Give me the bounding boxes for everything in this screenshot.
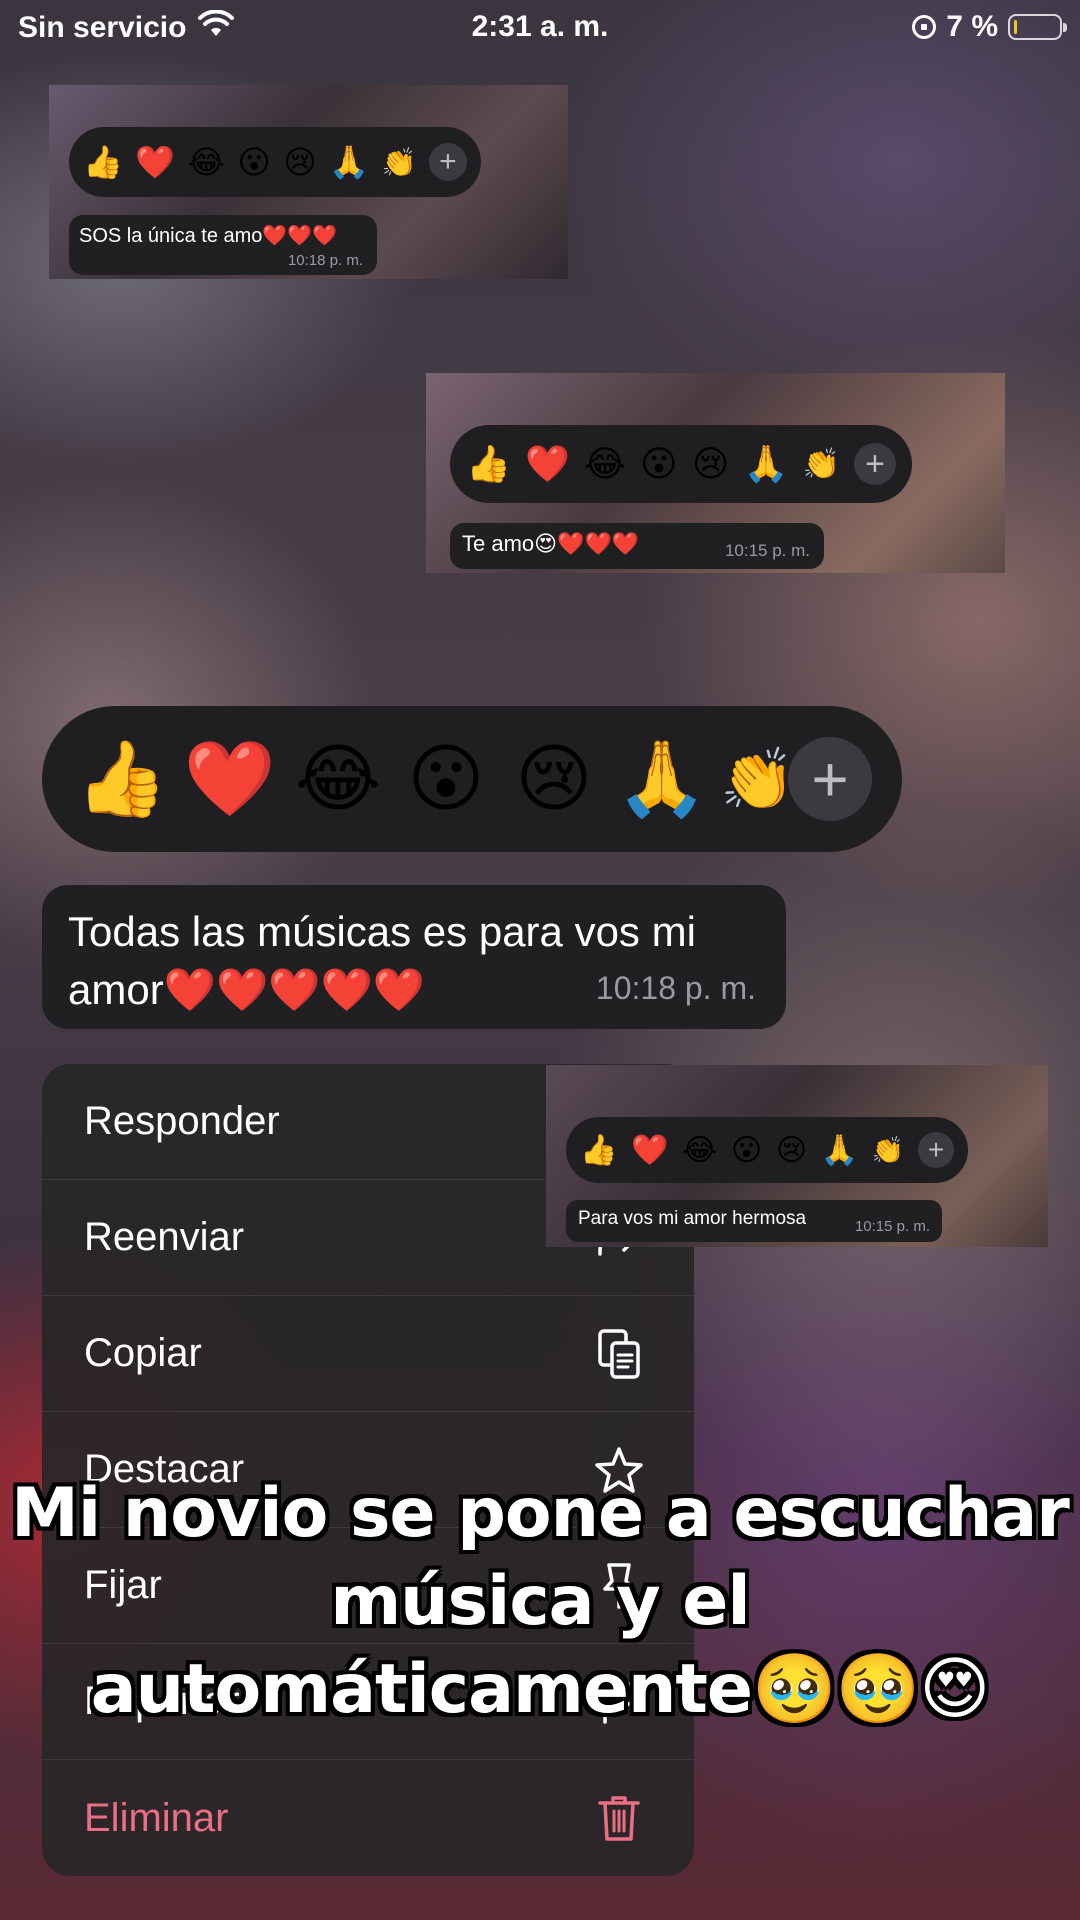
orientation-lock-icon (912, 15, 937, 39)
reaction-emoji: 👍 (580, 1133, 618, 1167)
reaction-clap[interactable]: 👏 (720, 744, 795, 815)
reaction-pray[interactable]: 🙏 (612, 736, 712, 823)
reaction-emoji: 😂 (583, 443, 627, 484)
reaction-bar: 👍 ❤️ 😂 😮 😢 🙏 👏 + (450, 425, 912, 503)
reaction-emoji: 😮 (237, 144, 271, 180)
status-bar: Sin servicio 2:31 a. m. 7 % (0, 0, 1080, 56)
reaction-emoji: 👍 (466, 443, 511, 484)
reaction-laugh[interactable]: 😂 (288, 736, 388, 822)
reaction-emoji: ❤️ (524, 443, 570, 484)
reaction-emoji: 👏 (802, 447, 840, 481)
reaction-emoji: ❤️ (135, 144, 176, 180)
message-time: 10:15 p. m. (724, 541, 810, 560)
reaction-emoji: 👏 (871, 1134, 905, 1165)
menu-item-label: Copiar (84, 1331, 202, 1375)
reaction-sad[interactable]: 😢 (504, 736, 604, 822)
add-reaction-icon: + (428, 143, 467, 181)
message-bubble: Te amo😍❤️❤️❤️ 10:15 p. m. (450, 523, 824, 569)
add-reaction-icon: + (853, 443, 896, 485)
message-text: Te amo😍❤️❤️❤️ (462, 531, 640, 556)
message-bubble: Para vos mi amor hermosa 10:15 p. m. (566, 1200, 942, 1242)
reaction-wow[interactable]: 😮 (396, 736, 496, 822)
battery-percent: 7 % (946, 10, 998, 43)
reaction-emoji: 😂 (682, 1133, 718, 1167)
selected-message-bubble[interactable]: Todas las músicas es para vos mi amor❤️❤… (42, 885, 786, 1029)
reaction-heart[interactable]: ❤️ (180, 736, 280, 823)
reaction-emoji: 🙏 (743, 443, 789, 484)
reaction-emoji: 😂 (187, 144, 226, 180)
message-time: 10:18 p. m. (595, 970, 756, 1006)
clock: 2:31 a. m. (471, 10, 609, 43)
reaction-emoji: 🙏 (820, 1133, 859, 1167)
reaction-emoji: 😢 (775, 1133, 808, 1167)
screenshot-thumbnail: 👍 ❤️ 😂 😮 😢 🙏 👏 + SOS la única te amo❤️❤️… (49, 85, 568, 279)
message-time: 10:18 p. m. (287, 252, 363, 269)
menu-item-label: Eliminar (84, 1795, 229, 1840)
reaction-emoji: ❤️ (631, 1133, 669, 1167)
trash-icon (594, 1793, 644, 1843)
message-time: 10:15 p. m. (854, 1218, 930, 1235)
menu-item-label: Reenviar (84, 1215, 245, 1259)
message-bubble: SOS la única te amo❤️❤️❤️ 10:18 p. m. (69, 215, 377, 275)
menu-item-label: Responder (84, 1099, 280, 1143)
reaction-emoji: 😢 (283, 144, 317, 180)
screenshot-thumbnail: 👍 ❤️ 😂 😮 😢 🙏 👏 + Te amo😍❤️❤️❤️ 10:15 p. … (426, 373, 1005, 573)
reaction-emoji: 👍 (83, 144, 123, 180)
reaction-emoji: 👏 (381, 146, 417, 178)
reaction-bar: 👍 ❤️ 😂 😮 😢 🙏 👏 + (42, 706, 902, 852)
reaction-emoji: 😮 (640, 443, 678, 484)
reaction-thumbs-up[interactable]: 👍 (72, 736, 172, 823)
add-reaction-icon: + (918, 1132, 954, 1168)
copy-icon (594, 1328, 644, 1379)
menu-item-delete[interactable]: Eliminar (42, 1760, 694, 1876)
battery-level (1014, 20, 1017, 34)
reaction-bar: 👍 ❤️ 😂 😮 😢 🙏 👏 + (69, 127, 481, 197)
screenshot-thumbnail: 👍 ❤️ 😂 😮 😢 🙏 👏 + Para vos mi amor hermos… (546, 1065, 1048, 1247)
reaction-emoji: 😢 (691, 443, 730, 484)
add-reaction-button[interactable]: + (788, 737, 872, 821)
reaction-bar: 👍 ❤️ 😂 😮 😢 🙏 👏 + (566, 1117, 968, 1183)
message-text: SOS la única te amo❤️❤️❤️ (79, 225, 338, 247)
reaction-emoji: 😮 (730, 1133, 763, 1167)
message-text: Para vos mi amor hermosa (578, 1208, 807, 1229)
battery-icon (1008, 14, 1067, 40)
video-caption: Mi novio se pone a escuchar música y el … (11, 1474, 1070, 1729)
menu-item-copy[interactable]: Copiar (42, 1296, 694, 1412)
reaction-emoji: 🙏 (329, 144, 370, 180)
